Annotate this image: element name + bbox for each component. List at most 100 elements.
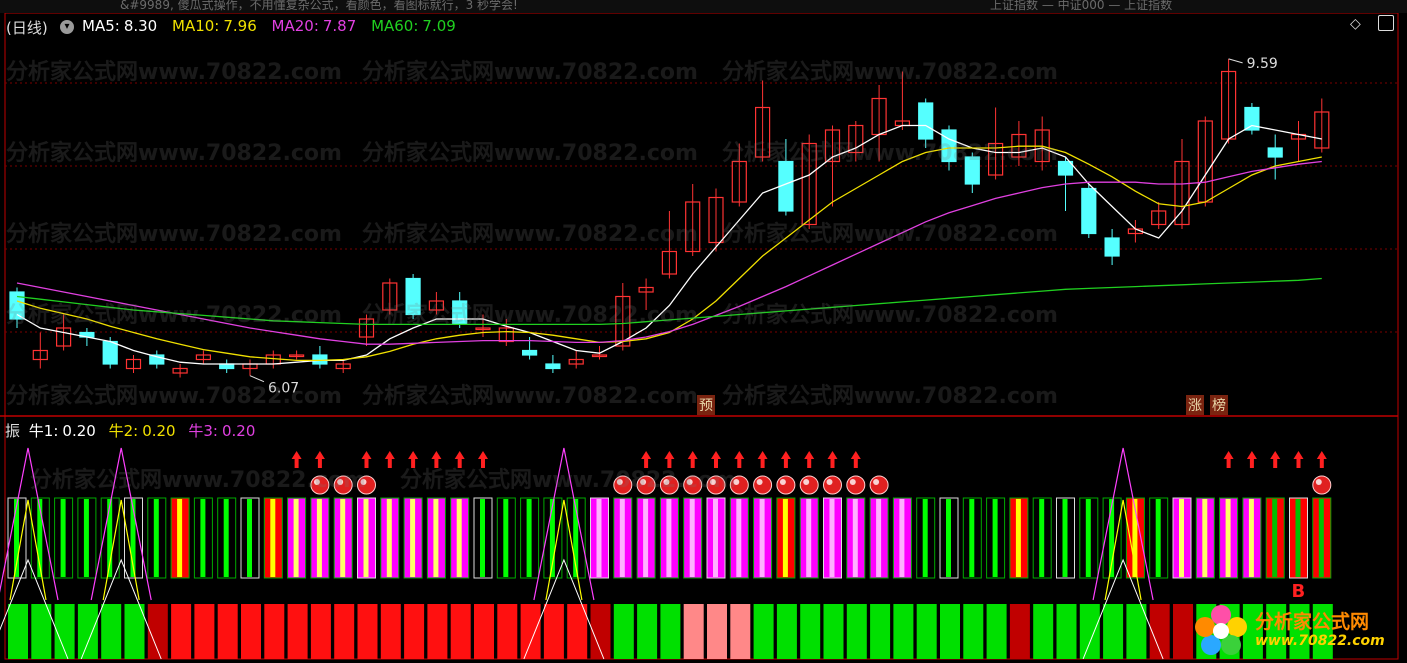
ma60-label: MA60: (371, 17, 419, 35)
volume-band (310, 604, 331, 659)
period-label[interactable]: (日线) (6, 19, 48, 37)
signal-band-mid (643, 499, 649, 577)
watermark-text: 分析家公式网www.70822.com (722, 60, 1058, 85)
buy-marker-label: B (1292, 581, 1306, 602)
niu3-label: 牛3: (188, 422, 218, 440)
signal-band-mid (363, 499, 369, 577)
signal-band-mid (736, 499, 742, 577)
signal-band-mid (410, 499, 416, 577)
up-arrow-icon (384, 451, 395, 468)
signal-ball-icon (1312, 475, 1332, 495)
signal-band-mid (1248, 499, 1254, 577)
volume-band (77, 604, 98, 659)
high-pointer (1228, 58, 1243, 64)
diamond-icon[interactable]: ◇ (1350, 16, 1361, 32)
volume-band (660, 604, 681, 659)
signal-band-mid (713, 499, 718, 577)
signal-band-mid (480, 499, 485, 577)
niu1-label: 牛1: (28, 422, 59, 440)
signal-ball-icon (799, 475, 819, 495)
watermark-text: 分析家公式网www.70822.com (722, 222, 1058, 247)
candlestick-chart[interactable]: 9.596.07B (0, 0, 1407, 663)
logo-url: www.70822.com (1255, 633, 1385, 649)
candle-body (1267, 147, 1283, 158)
signal-ball-highlight (873, 479, 880, 485)
up-arrow-icon (780, 451, 791, 468)
volume-band (637, 604, 658, 659)
signal-band-mid (1039, 499, 1045, 577)
candle-body (102, 340, 118, 365)
volume-band (543, 604, 564, 659)
window-restore-icon[interactable] (1378, 15, 1394, 31)
candle-body (521, 349, 538, 356)
volume-band (427, 604, 448, 659)
volume-band (707, 604, 727, 659)
volume-band (287, 604, 308, 659)
signal-band-mid (60, 499, 66, 577)
watermark-text: 分析家公式网www.70822.com (30, 468, 366, 493)
watermark-text: 分析家公式网www.70822.com (362, 60, 698, 85)
signal-ball-icon (776, 475, 796, 495)
up-arrow-icon (1293, 451, 1304, 468)
signal-band-mid (992, 499, 998, 577)
ma-legend: MA5: 8.30 MA10: 7.96 MA20: 7.87 MA60: 7.09 (82, 17, 460, 35)
signal-band-mid (946, 499, 951, 577)
niu3-value: 0.20 (222, 422, 256, 440)
top-strip-right-text: 上证指数 — 中证000 — 上证指数 (990, 0, 1173, 12)
signal-band-mid (270, 499, 276, 577)
chevron-down-icon[interactable]: ▾ (60, 20, 74, 34)
volume-band (683, 604, 704, 659)
signal-band-mid (1272, 499, 1278, 577)
volume-band (264, 604, 285, 659)
main-chart-header: (日线) (6, 17, 52, 38)
candle-body (219, 363, 235, 370)
volume-band (753, 604, 774, 659)
signal-band-mid (782, 499, 788, 577)
chart-window: 9.59 6.07 B &#9989, 傻瓜式操作，不用懂复杂公式，看颜色，看图标就… (0, 0, 1407, 663)
signal-ball-highlight (756, 479, 763, 485)
watermark-text: 分析家公式网www.70822.com (722, 303, 1058, 328)
flower-logo-icon (1195, 605, 1247, 655)
watermark-text: 分析家公式网www.70822.com (6, 384, 342, 409)
signal-ball-icon (753, 475, 773, 495)
signal-ball-icon (823, 475, 842, 495)
volume-band (497, 604, 518, 659)
signal-ball-icon (869, 475, 889, 495)
signal-band-mid (596, 499, 602, 577)
volume-band (870, 604, 891, 659)
ma10-label: MA10: (172, 17, 220, 35)
ma5-value: 8.30 (123, 17, 158, 35)
signal-band-mid (666, 499, 672, 577)
top-strip-text: &#9989, 傻瓜式操作，不用懂复杂公式，看颜色，看图标就行，3 秒学会! (120, 0, 518, 12)
volume-band (800, 604, 821, 659)
signal-tag-yu: 预 (697, 395, 715, 415)
watermark-text: 分析家公式网www.70822.com (362, 303, 698, 328)
volume-band (986, 604, 1007, 659)
up-arrow-icon (1316, 451, 1327, 468)
volume-band (1079, 604, 1100, 659)
signal-band-mid (1015, 499, 1021, 577)
top-info-strip: &#9989, 傻瓜式操作，不用懂复杂公式，看颜色，看图标就行，3 秒学会! 上… (0, 0, 1407, 13)
signal-band-mid (223, 499, 229, 577)
signal-band-mid (876, 499, 882, 577)
signal-band-mid (922, 499, 928, 577)
watermark-text: 分析家公式网www.70822.com (6, 222, 342, 247)
signal-band-mid (829, 499, 835, 577)
volume-band (730, 604, 751, 659)
watermark-text: 分析家公式网www.70822.com (400, 468, 736, 493)
signal-band-mid (1155, 499, 1161, 577)
signal-ball-highlight (849, 479, 856, 485)
niu1-value: 0.20 (62, 422, 96, 440)
signal-ball-highlight (1315, 479, 1322, 485)
candle-body (312, 354, 328, 365)
signal-band-mid (503, 499, 509, 577)
volume-band (380, 604, 401, 659)
ma5-label: MA5: (82, 17, 120, 35)
signal-band-mid (340, 499, 346, 577)
volume-band (1103, 604, 1124, 659)
signal-band-mid (83, 499, 89, 577)
signal-band-mid (852, 499, 858, 577)
watermark-text: 分析家公式网www.70822.com (6, 141, 342, 166)
volume-band (194, 604, 215, 659)
signal-band-mid (689, 499, 695, 577)
